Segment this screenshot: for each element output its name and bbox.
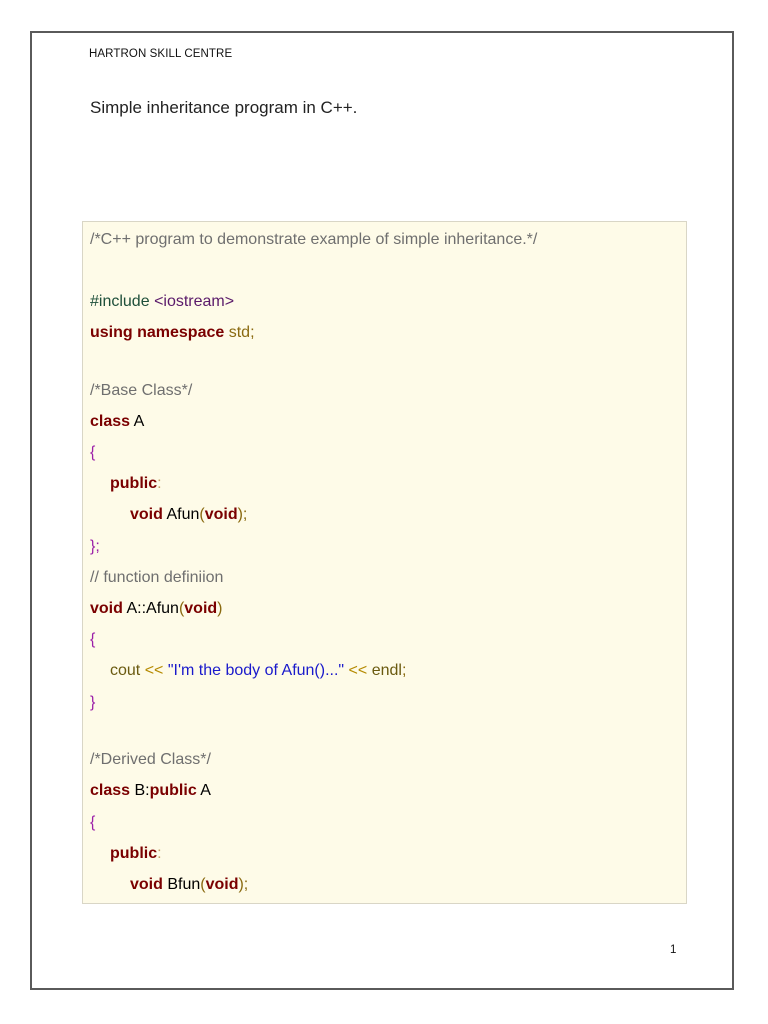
code-punct: ;: [401, 662, 407, 679]
code-line-2: #include <iostream>: [90, 292, 234, 312]
code-punct: :: [157, 475, 162, 492]
code-punct: :: [157, 845, 162, 862]
code-keyword: void: [184, 600, 218, 617]
code-keyword: class: [90, 782, 131, 799]
code-comment: /*Derived Class*/: [90, 751, 211, 768]
code-line-13: cout << "I'm the body of Afun()..." << e…: [110, 661, 406, 681]
code-punct: );: [237, 506, 248, 523]
code-directive: #include: [90, 293, 150, 310]
code-line-19: void Bfun(void);: [130, 875, 248, 895]
code-line-18: public:: [110, 844, 162, 864]
code-keyword: public: [110, 475, 158, 492]
code-string: "I'm the body of Afun()...": [167, 662, 345, 679]
code-punct: ): [217, 600, 223, 617]
code-line-17: {: [90, 813, 95, 833]
code-line-8: void Afun(void);: [130, 505, 247, 525]
code-line-12: {: [90, 630, 95, 650]
code-line-7: public:: [110, 474, 162, 494]
code-keyword: public: [149, 782, 197, 799]
code-keyword: void: [90, 600, 123, 617]
code-identifier: Afun: [162, 506, 200, 523]
code-keyword: void: [130, 876, 163, 893]
code-punct: ;: [250, 324, 255, 341]
code-comment: /*C++ program to demonstrate example of …: [90, 231, 538, 248]
code-header-name: <iostream>: [154, 293, 235, 310]
code-identifier: A: [196, 782, 211, 799]
code-line-4: /*Base Class*/: [90, 381, 192, 401]
code-identifier: endl: [371, 662, 402, 679]
code-line-1: /*C++ program to demonstrate example of …: [90, 230, 537, 250]
code-identifier: A: [130, 413, 145, 430]
code-line-14: }: [90, 693, 95, 713]
code-keyword: void: [204, 506, 238, 523]
code-identifier: B:: [130, 782, 150, 799]
code-line-10: // function definiion: [90, 568, 223, 588]
code-keyword: using namespace: [90, 324, 225, 341]
code-brace: {: [90, 814, 96, 831]
code-line-11: void A::Afun(void): [90, 599, 222, 619]
code-line-15: /*Derived Class*/: [90, 750, 211, 770]
code-brace: {: [90, 631, 96, 648]
code-keyword: void: [130, 506, 163, 523]
code-brace: }: [90, 694, 96, 711]
code-line-5: class A: [90, 412, 144, 432]
code-line-3: using namespace std;: [90, 323, 255, 343]
code-comment: // function definiion: [90, 569, 224, 586]
code-punct: );: [238, 876, 249, 893]
code-operator: <<: [140, 662, 168, 679]
code-identifier: std: [228, 324, 251, 341]
code-keyword: void: [205, 876, 239, 893]
code-identifier: A::Afun: [122, 600, 179, 617]
code-brace: };: [90, 538, 100, 555]
code-comment: /*Base Class*/: [90, 382, 193, 399]
page-number: 1: [670, 944, 677, 956]
code-line-16: class B:public A: [90, 781, 211, 801]
code-line-6: {: [90, 443, 95, 463]
code-identifier: cout: [110, 662, 141, 679]
page-header: HARTRON SKILL CENTRE: [89, 48, 233, 60]
code-keyword: class: [90, 413, 131, 430]
code-brace: {: [90, 444, 96, 461]
document-title: Simple inheritance program in C++.: [90, 98, 358, 117]
code-identifier: Bfun: [162, 876, 201, 893]
code-keyword: public: [110, 845, 158, 862]
code-operator: <<: [344, 662, 372, 679]
code-line-9: };: [90, 537, 100, 557]
